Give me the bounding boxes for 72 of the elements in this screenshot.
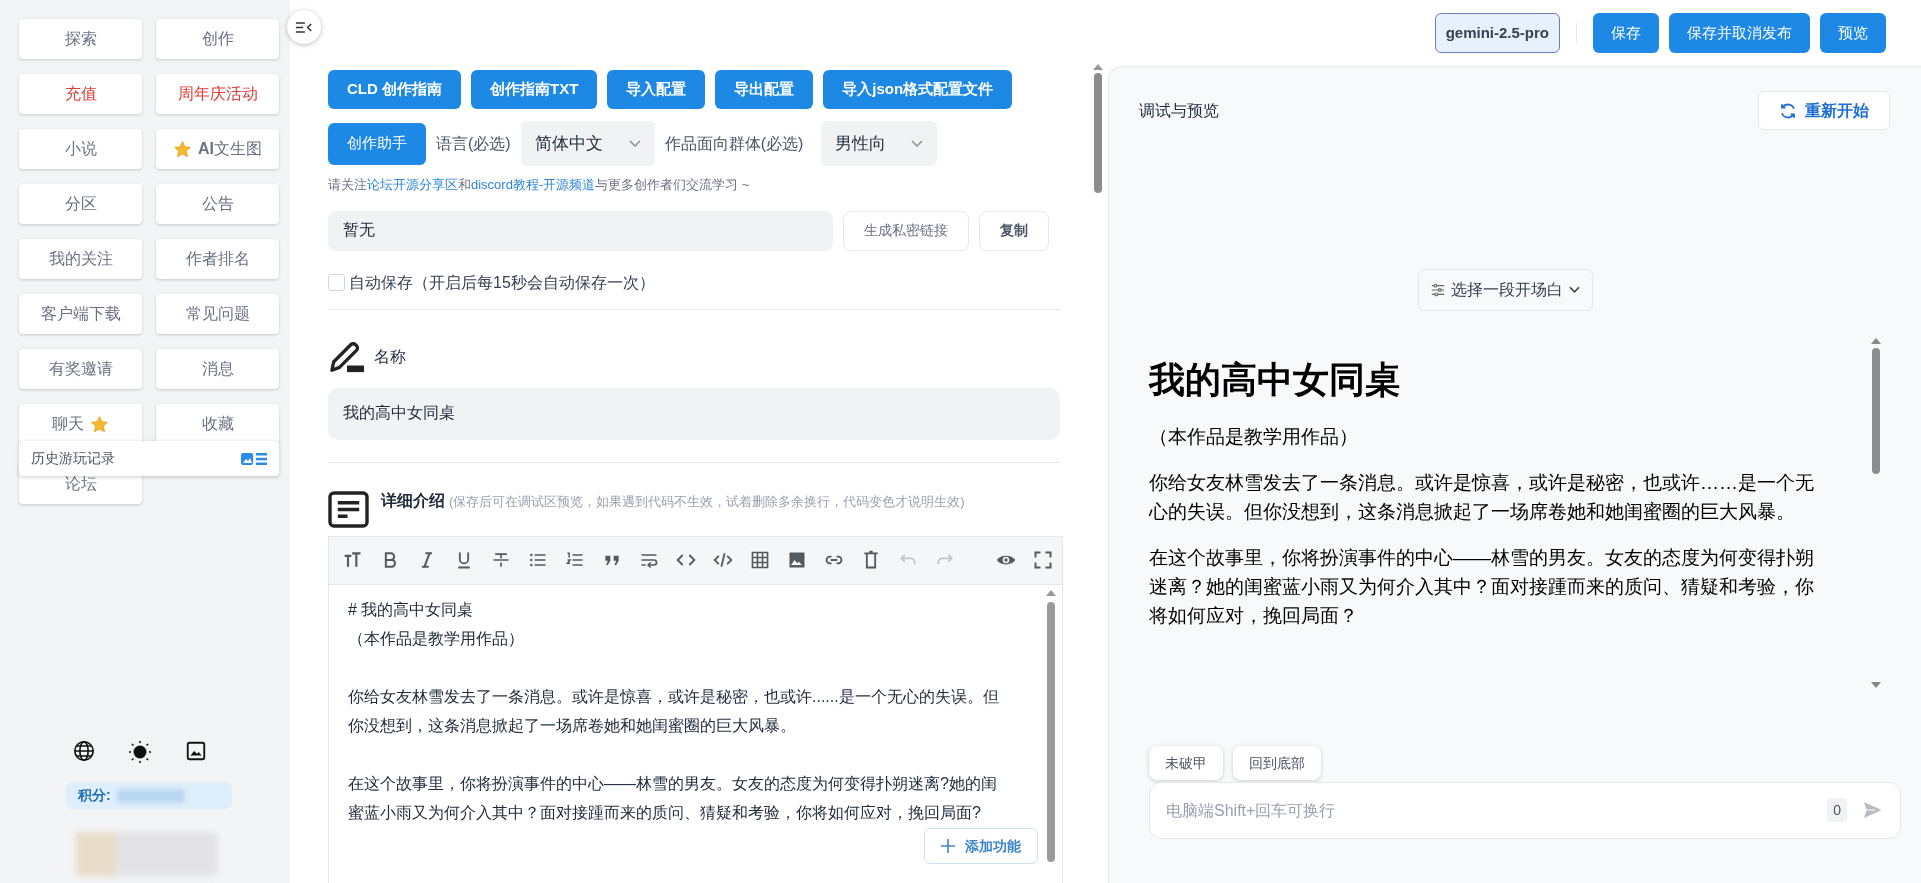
action-button[interactable]: 导入json格式配置文件 (823, 70, 1013, 109)
toolbar-button[interactable]: 预览 (1820, 13, 1886, 53)
chip-button[interactable]: 回到底部 (1233, 746, 1321, 780)
pen-icon (328, 339, 366, 374)
chevron-down-icon (1568, 286, 1580, 294)
image-icon[interactable] (185, 740, 207, 762)
community-note: 请关注论坛开源分享区和discord教程-开源频道与更多创作者们交流学习 ~ (328, 176, 751, 194)
sun-icon[interactable] (128, 740, 152, 764)
scrollbar[interactable] (1871, 338, 1881, 688)
field-hint: (保存后可在调试区预览，如果遇到代码不生效，试着删除多余换行，代码变色才说明生效) (449, 493, 965, 509)
sliders-icon (1430, 283, 1445, 297)
sidebar-item[interactable]: 常见问题 (156, 294, 279, 334)
field-label: 详细介绍 (381, 491, 445, 509)
sidebar-item[interactable]: 探索 (19, 19, 142, 59)
refresh-icon (1779, 101, 1797, 120)
toolbar-button[interactable]: 保存 (1593, 13, 1659, 53)
sidebar-item[interactable]: 公告 (156, 184, 279, 224)
sidebar-item[interactable]: 我的关注 (19, 239, 142, 279)
gallery-list-icon[interactable] (241, 451, 267, 466)
panel-title: 调试与预览 (1139, 100, 1219, 121)
sidebar-item[interactable]: 收藏 (156, 404, 279, 444)
assistant-button[interactable]: 创作助手 (328, 122, 426, 165)
opening-select[interactable]: 选择一段开场白 (1417, 269, 1593, 311)
copy-button[interactable]: 复制 (979, 210, 1049, 251)
field-label: 作品面向群体(必选) (664, 133, 804, 154)
select-field[interactable]: 男性向 (821, 121, 938, 166)
globe-icon[interactable] (73, 740, 95, 762)
blurred-value (116, 788, 185, 803)
plus-icon (941, 839, 955, 853)
sidebar-item[interactable]: 有奖邀请 (19, 349, 142, 389)
history-popup[interactable]: 历史游玩记录 (19, 441, 279, 476)
checkbox-label: 自动保存（开启后每15秒会自动保存一次） (349, 272, 655, 293)
restart-button[interactable]: 重新开始 (1758, 91, 1890, 130)
sidebar-item[interactable]: 聊天 (19, 404, 142, 444)
chevron-down-icon (911, 139, 924, 148)
link[interactable]: 论坛开源分享区 (367, 177, 458, 192)
generate-link-button[interactable]: 生成私密链接 (843, 210, 969, 251)
chip-button[interactable]: 未破甲 (1149, 746, 1223, 780)
sidebar-item[interactable]: 客户端下载 (19, 294, 142, 334)
field-label: 名称 (374, 346, 406, 367)
document-icon (328, 490, 369, 528)
action-button[interactable]: CLD 创作指南 (328, 70, 461, 109)
action-button[interactable]: 导出配置 (715, 70, 814, 109)
sidebar-item[interactable]: AI文生图 (156, 129, 279, 169)
sidebar-item[interactable]: 周年庆活动 (156, 74, 279, 114)
sidebar-item[interactable]: 充值 (19, 74, 142, 114)
add-feature-button[interactable]: 添加功能 (924, 828, 1038, 864)
action-button[interactable]: 创作指南TXT (471, 70, 598, 109)
collapse-sidebar-button[interactable] (287, 10, 321, 44)
sidebar-item[interactable]: 创作 (156, 19, 279, 59)
action-button[interactable]: 导入配置 (607, 70, 706, 109)
preview-paragraph: 你给女友林雪发去了一条消息。或许是惊喜，或许是秘密，也或许……是一个无心的失误。但你没想到，这条消息掀起了一场席卷她和她闺蜜圈的巨大风暴。 (1149, 471, 1815, 524)
chevron-down-icon (628, 139, 641, 148)
sidebar-item[interactable]: 作者排名 (156, 239, 279, 279)
model-badge[interactable]: gemini-2.5-pro (1434, 13, 1560, 53)
field-label: 语言(必选) (436, 133, 511, 154)
preview-paragraph: （本作品是教学用作品） (1149, 425, 1359, 449)
editor-text[interactable]: # 我的高中女同桌 （本作品是教学用作品） 你给女友林雪发去了一条消息。或许是惊喜，或许是秘密，也或许......是一个无心的失误。但你没想到，这条消息掀起了一场席卷她和她闺蜜圈的巨大风暴。 在这个故事里，你将扮演事件的中心——林雪的男友。女友的态度为何变得扑朔迷离?她的闺蜜蓝小雨又为何介入其中？面对接踵而来的质问、猜疑和考验，你将如何应对，挽回局面? (329, 584, 1062, 827)
preview-heading: 我的高中女同桌 (1149, 358, 1402, 402)
points-label: 积分: (78, 786, 111, 805)
sidebar-item[interactable]: 分区 (19, 184, 142, 224)
select-field[interactable]: 简体中文 (520, 121, 655, 166)
private-link-field[interactable]: 暂无 (328, 210, 833, 251)
char-counter: 0 (1827, 798, 1847, 822)
link[interactable]: discord教程-开源频道 (471, 177, 596, 192)
autosave-checkbox[interactable] (328, 274, 345, 291)
preview-paragraph: 在这个故事里，你将扮演事件的中心——林雪的男友。女友的态度为何变得扑朔迷离？她的闺蜜蓝小雨又为何介入其中？面对接踵而来的质问、猜疑和考验，你将如何应对，挽回局面？ (1149, 546, 1815, 628)
menu-collapse-icon (295, 20, 313, 34)
toolbar-button[interactable]: 保存并取消发布 (1669, 13, 1810, 53)
name-field[interactable]: 我的高中女同桌 (328, 387, 1060, 440)
sidebar-item[interactable]: 小说 (19, 129, 142, 169)
sidebar-item[interactable]: 消息 (156, 349, 279, 389)
